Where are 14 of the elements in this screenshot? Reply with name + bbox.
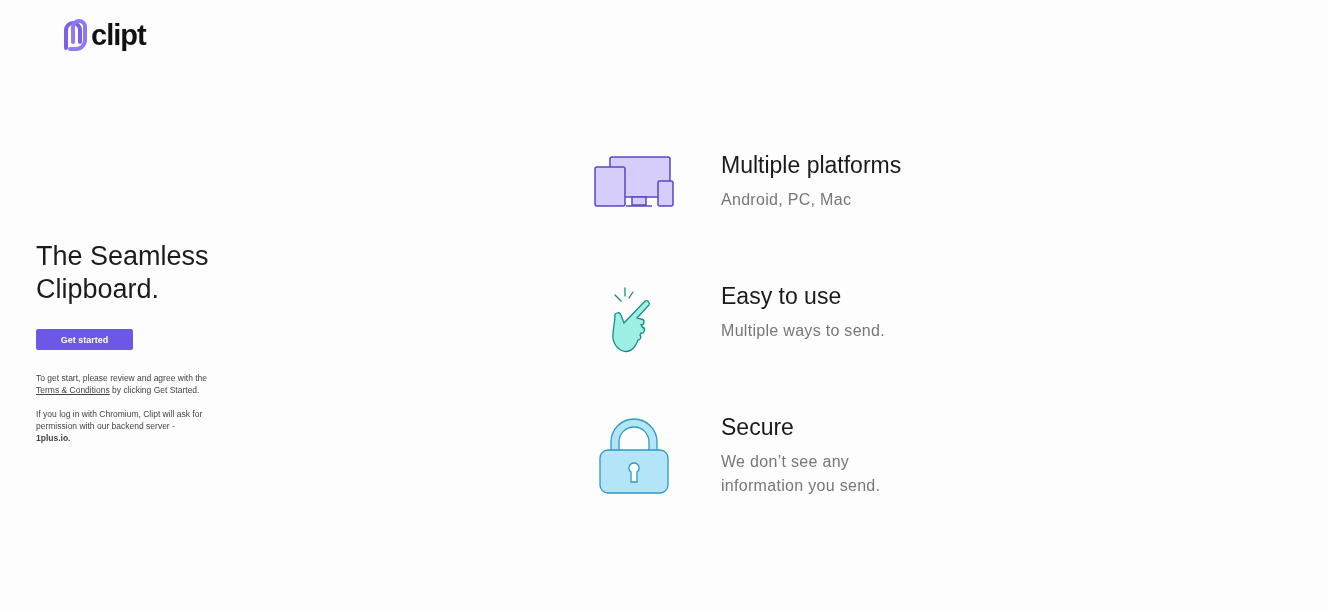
terms-notice: To get start, please review and agree with the Terms & Conditions by clicking Get Started. [36, 372, 209, 396]
feature-description: We don’t see any information you send. [721, 452, 882, 496]
feature-title: Multiple platforms [721, 151, 902, 180]
feature-description: Multiple ways to send. [721, 321, 886, 341]
permission-notice: If you log in with Chromium, Clipt will ask for permission with our backend server - 1plus.io. [36, 408, 204, 444]
get-started-button[interactable]: Get started [36, 329, 133, 350]
logo-wordmark: clipt [91, 18, 146, 52]
padlock-icon [599, 418, 669, 494]
feature-title: Secure [721, 413, 795, 442]
feature-description: Android, PC, Mac [721, 190, 853, 210]
feature-title: Easy to use [721, 282, 843, 311]
terms-link[interactable]: Terms & Conditions [36, 385, 110, 395]
devices-icon [594, 156, 674, 208]
hero-heading: The Seamless Clipboard. [36, 240, 210, 306]
